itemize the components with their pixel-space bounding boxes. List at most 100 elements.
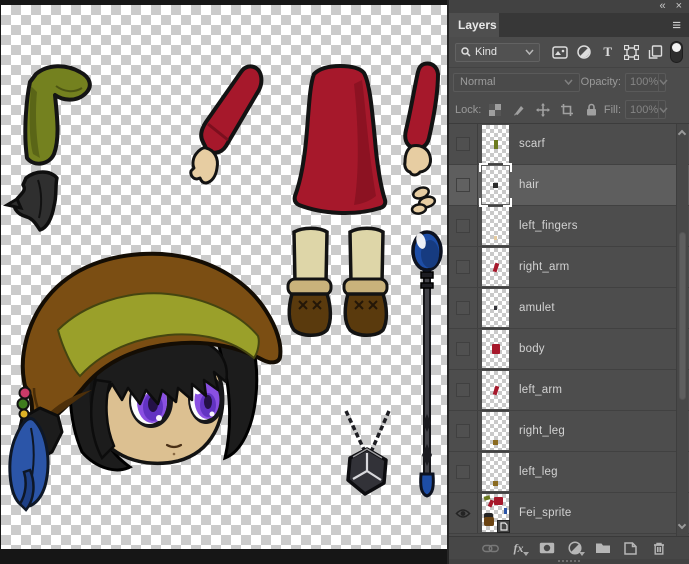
panel-titlebar: « × [449,0,689,13]
visibility-toggle[interactable] [449,165,478,205]
scroll-down-icon[interactable] [678,521,686,529]
layers-scrollbar[interactable] [676,124,688,536]
chin-dot [173,453,176,456]
link-layers-icon[interactable] [482,540,499,556]
layer-thumbnail[interactable] [482,330,509,368]
layer-row-amulet[interactable]: amulet [449,288,689,329]
fill-input[interactable]: 100% [625,100,666,119]
collapse-panel-icon[interactable]: « [659,1,665,12]
layer-name: right_leg [519,425,565,437]
lock-row: Lock: Fill: 100% [449,96,689,124]
visibility-toggle[interactable] [449,288,478,328]
layer-thumbnail[interactable] [482,289,509,327]
sprite-amulet [346,411,389,494]
layer-thumbnail[interactable] [482,207,509,245]
lock-all-icon[interactable] [584,103,598,117]
eye-icon [455,508,471,519]
layer-style-fx-icon[interactable]: fx [510,540,527,556]
panel-menu-icon[interactable]: ≡ [672,13,689,37]
sprite-right-arm [405,63,438,175]
layers-panel-footer: fx [449,536,689,559]
layer-row-left-leg[interactable]: left_leg [449,452,689,493]
visibility-toggle[interactable] [449,411,478,451]
sprite-head [10,254,281,510]
new-group-icon[interactable] [594,540,611,556]
fill-label: Fill: [604,104,621,116]
sprite-staff [413,232,441,496]
visibility-toggle[interactable] [449,124,478,164]
layer-row-body[interactable]: body [449,329,689,370]
fill-dropdown-icon[interactable] [658,101,668,118]
lock-position-move-icon[interactable] [536,103,550,117]
blend-mode-row: Normal Opacity: 100% [449,68,689,96]
sprite-hair-piece [7,172,57,230]
filter-adjustment-layers-icon[interactable] [575,44,592,61]
visibility-toggle[interactable] [449,247,478,287]
layers-list: scarf hair left_fingers right_arm am [449,124,689,536]
tab-layers[interactable]: Layers [449,13,499,37]
visibility-toggle[interactable] [449,206,478,246]
layer-thumbnail[interactable] [482,166,509,204]
close-panel-icon[interactable]: × [676,1,682,12]
sprite-left-arm [191,66,262,183]
visibility-toggle[interactable] [449,370,478,410]
layer-thumbnail[interactable] [482,248,509,286]
filter-shape-layers-icon[interactable] [623,44,640,61]
layer-row-scarf[interactable]: scarf [449,124,689,165]
fill-value: 100% [626,104,658,116]
blend-mode-select[interactable]: Normal [453,73,580,92]
blend-mode-value: Normal [460,76,495,88]
layer-row-right-leg[interactable]: right_leg [449,411,689,452]
feather [10,419,48,510]
scroll-up-icon[interactable] [678,130,686,138]
visibility-toggle[interactable] [449,329,478,369]
filter-pixel-layers-icon[interactable] [551,44,568,61]
layer-thumbnail[interactable] [482,371,509,409]
new-layer-icon[interactable] [622,540,639,556]
sprite-left-fingers [411,186,436,215]
lock-paint-brush-icon[interactable] [512,103,526,117]
layer-name: left_arm [519,384,562,396]
lock-transparency-icon[interactable] [488,103,502,117]
panel-resize-grip[interactable] [449,559,689,564]
opacity-value: 100% [626,76,658,88]
photoshop-window: « × Layers ≡ Kind [0,0,689,564]
layer-row-left-fingers[interactable]: left_fingers [449,206,689,247]
sprite-right-leg [288,228,331,335]
layer-row-fei-sprite[interactable]: Fei_sprite [449,493,689,534]
layer-thumbnail[interactable] [482,412,509,450]
layer-row-left-arm[interactable]: left_arm [449,370,689,411]
layer-name: Fei_sprite [519,507,572,519]
layer-name: scarf [519,138,545,150]
layer-name: left_leg [519,466,558,478]
search-icon [461,47,471,57]
layer-thumbnail[interactable] [482,494,509,532]
sprite-body [295,66,386,213]
layers-panel: « × Layers ≡ Kind [447,0,689,564]
sprite-sheet-artwork [0,0,447,564]
smart-object-badge [497,520,510,533]
opacity-label: Opacity: [581,76,621,88]
lock-artboard-icon[interactable] [560,103,574,117]
scrollbar-thumb[interactable] [679,232,686,400]
layer-name: body [519,343,545,355]
opacity-dropdown-icon[interactable] [658,74,668,91]
layer-row-hair[interactable]: hair [449,165,689,206]
visibility-toggle[interactable] [449,452,478,492]
layer-name: hair [519,179,539,191]
layer-thumbnail[interactable] [482,453,509,491]
filter-smart-objects-icon[interactable] [647,44,664,61]
new-adjustment-layer-icon[interactable] [566,540,583,556]
filter-toggle-switch[interactable] [670,41,683,63]
document-canvas[interactable] [0,0,447,564]
filter-type-layers-icon[interactable]: T [599,44,616,61]
layer-thumbnail[interactable] [482,125,509,163]
visibility-toggle[interactable] [449,493,478,533]
opacity-input[interactable]: 100% [625,73,666,92]
add-layer-mask-icon[interactable] [538,540,555,556]
layer-filter-row: Kind T [449,37,689,68]
filter-kind-dropdown[interactable]: Kind [455,43,540,62]
layer-name: left_fingers [519,220,578,232]
delete-layer-icon[interactable] [650,540,667,556]
layer-row-right-arm[interactable]: right_arm [449,247,689,288]
